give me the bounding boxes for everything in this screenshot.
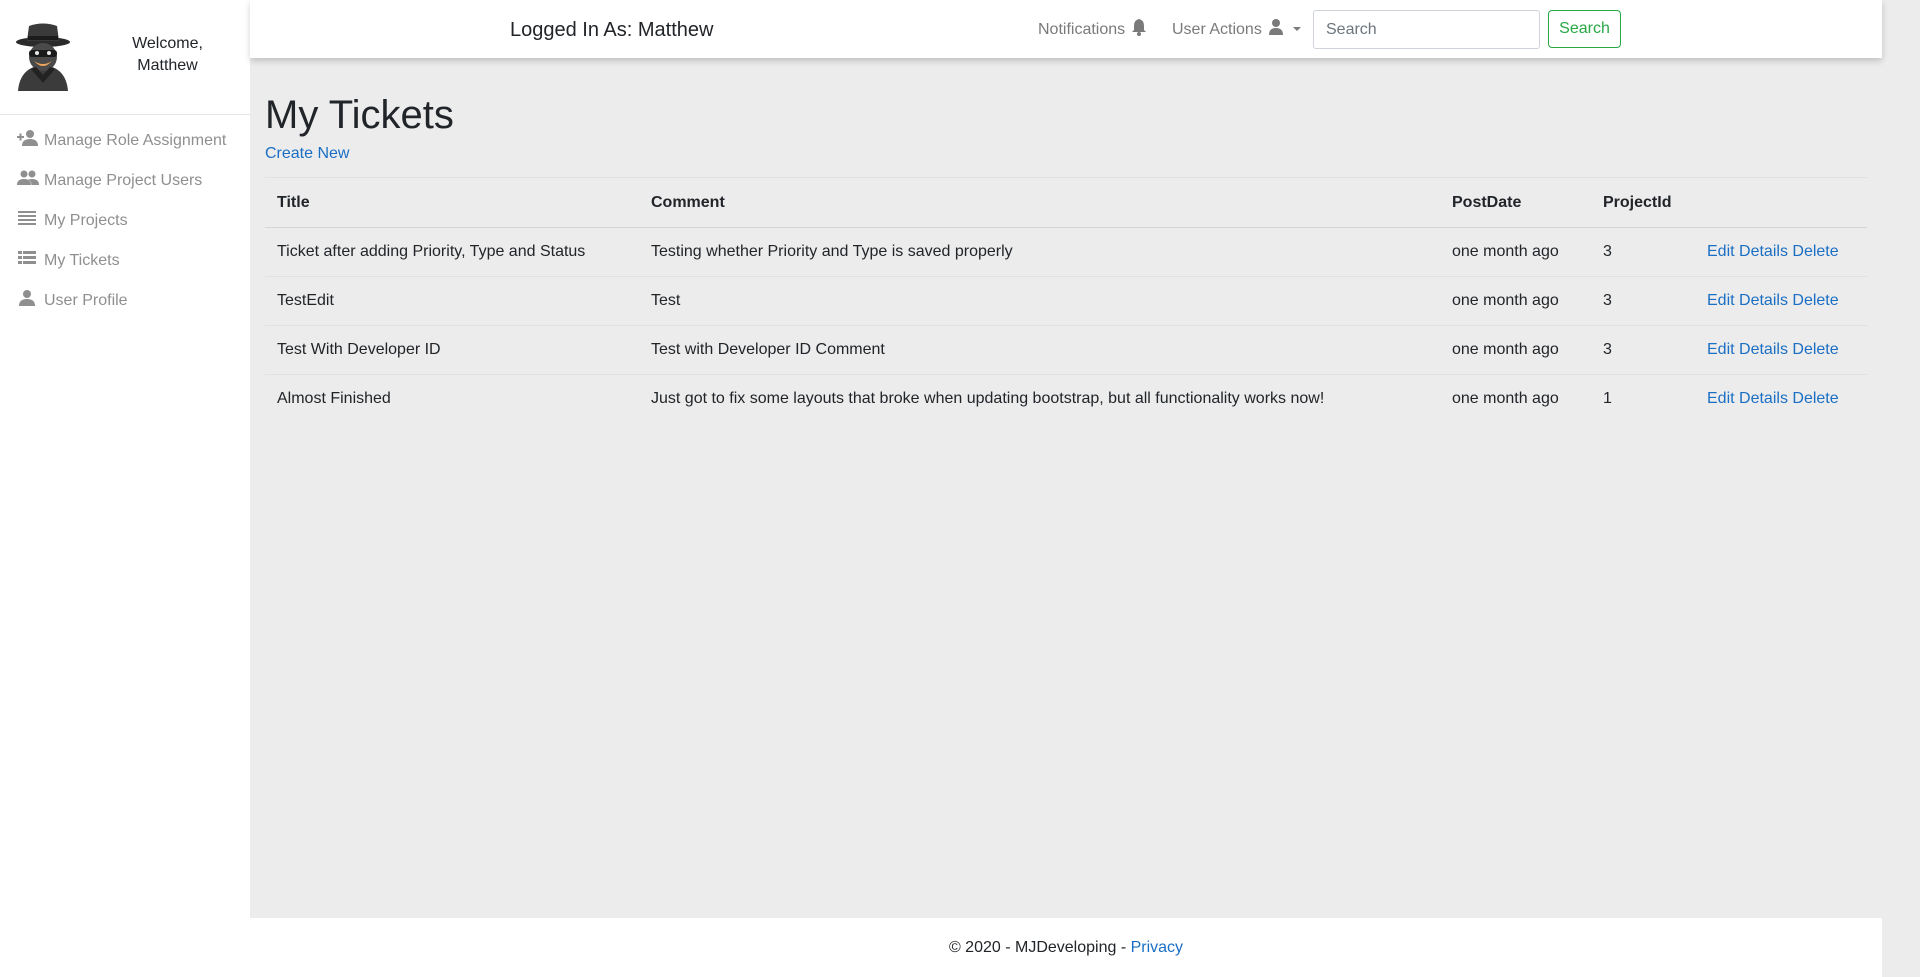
- cell-postdate: one month ago: [1440, 325, 1591, 375]
- cell-actions: Edit Details Delete: [1695, 374, 1867, 424]
- list-icon: [18, 211, 36, 225]
- cell-title: Test With Developer ID: [265, 325, 639, 375]
- delete-link[interactable]: Delete: [1792, 341, 1838, 358]
- sidebar-item-my-tickets[interactable]: My Tickets: [0, 251, 250, 291]
- person-icon: [19, 290, 35, 306]
- sidebar-item-label: Manage Role Assignment: [44, 132, 227, 149]
- cell-comment: Just got to fix some layouts that broke …: [639, 374, 1440, 424]
- delete-link[interactable]: Delete: [1792, 243, 1838, 260]
- caret-down-icon: [1292, 27, 1301, 31]
- tickets-table: Title Comment PostDate ProjectId Ticket …: [265, 177, 1867, 424]
- cell-title: Almost Finished: [265, 374, 639, 424]
- table-row: Ticket after adding Priority, Type and S…: [265, 227, 1867, 277]
- avatar-icon: [16, 23, 70, 91]
- sidebar-nav: Manage Role Assignment Manage Project Us…: [0, 115, 250, 331]
- edit-link[interactable]: Edit: [1707, 390, 1735, 407]
- welcome-label: Welcome,: [132, 35, 203, 52]
- details-link[interactable]: Details: [1739, 341, 1788, 358]
- edit-link[interactable]: Edit: [1707, 292, 1735, 309]
- main-content: My Tickets Create New Title Comment Post…: [265, 58, 1867, 424]
- person-icon: [1268, 19, 1283, 35]
- sidebar: Welcome, Matthew Manage Role Assignment …: [0, 0, 250, 977]
- page-title: My Tickets: [265, 93, 454, 137]
- column-header-comment: Comment: [639, 177, 1440, 228]
- user-actions-dropdown[interactable]: User Actions: [1172, 19, 1304, 39]
- copyright-text: © 2020 - MJDeveloping -: [948, 939, 1131, 956]
- search-input[interactable]: [1313, 10, 1540, 49]
- cell-comment: Test: [639, 276, 1440, 326]
- cell-comment: Testing whether Priority and Type is sav…: [639, 227, 1440, 277]
- sidebar-item-user-profile[interactable]: User Profile: [0, 290, 250, 331]
- sidebar-item-manage-project-users[interactable]: Manage Project Users: [0, 170, 250, 211]
- details-link[interactable]: Details: [1739, 292, 1788, 309]
- search-button[interactable]: Search: [1548, 10, 1621, 48]
- cell-projectid: 3: [1591, 276, 1695, 326]
- cell-postdate: one month ago: [1440, 276, 1591, 326]
- welcome-user-name: Matthew: [137, 57, 198, 74]
- delete-link[interactable]: Delete: [1792, 390, 1838, 407]
- sidebar-item-label: My Tickets: [44, 252, 120, 269]
- cell-postdate: one month ago: [1440, 227, 1591, 277]
- sidebar-item-my-projects[interactable]: My Projects: [0, 211, 250, 251]
- cell-actions: Edit Details Delete: [1695, 325, 1867, 375]
- details-link[interactable]: Details: [1739, 390, 1788, 407]
- cell-title: Ticket after adding Priority, Type and S…: [265, 227, 639, 277]
- cell-actions: Edit Details Delete: [1695, 227, 1867, 277]
- notifications-label: Notifications: [1038, 21, 1126, 38]
- welcome-message: Welcome, Matthew: [110, 33, 225, 77]
- table-header-row: Title Comment PostDate ProjectId: [265, 177, 1867, 228]
- sidebar-item-manage-role-assignment[interactable]: Manage Role Assignment: [0, 130, 250, 171]
- bell-icon: [1132, 19, 1147, 36]
- top-navbar: Logged In As: Matthew Notifications User…: [250, 0, 1882, 58]
- column-header-postdate: PostDate: [1440, 177, 1591, 228]
- table-row: Almost Finished Just got to fix some lay…: [265, 374, 1867, 424]
- column-header-projectid: ProjectId: [1591, 177, 1695, 228]
- cell-title: TestEdit: [265, 276, 639, 326]
- column-header-title: Title: [265, 177, 639, 228]
- delete-link[interactable]: Delete: [1792, 292, 1838, 309]
- logged-in-label: Logged In As: Matthew: [510, 19, 714, 41]
- notifications-link[interactable]: Notifications: [1038, 19, 1147, 39]
- cell-postdate: one month ago: [1440, 374, 1591, 424]
- cell-projectid: 3: [1591, 325, 1695, 375]
- cell-projectid: 3: [1591, 227, 1695, 277]
- create-new-link[interactable]: Create New: [265, 145, 349, 163]
- person-add-icon: [17, 130, 38, 146]
- privacy-link[interactable]: Privacy: [1131, 939, 1183, 956]
- sidebar-item-label: My Projects: [44, 212, 128, 229]
- profile-panel: Welcome, Matthew: [0, 0, 250, 115]
- edit-link[interactable]: Edit: [1707, 341, 1735, 358]
- table-row: TestEdit Test one month ago 3 Edit Detai…: [265, 276, 1867, 326]
- people-icon: [17, 170, 39, 185]
- footer: © 2020 - MJDeveloping - Privacy: [250, 918, 1882, 977]
- cell-projectid: 1: [1591, 374, 1695, 424]
- user-actions-label: User Actions: [1172, 21, 1262, 38]
- edit-link[interactable]: Edit: [1707, 243, 1735, 260]
- sidebar-item-label: Manage Project Users: [44, 172, 203, 189]
- details-link[interactable]: Details: [1739, 243, 1788, 260]
- cell-comment: Test with Developer ID Comment: [639, 325, 1440, 375]
- view-list-icon: [18, 251, 36, 264]
- cell-actions: Edit Details Delete: [1695, 276, 1867, 326]
- table-row: Test With Developer ID Test with Develop…: [265, 325, 1867, 375]
- column-header-actions: [1695, 177, 1867, 228]
- sidebar-item-label: User Profile: [44, 292, 128, 309]
